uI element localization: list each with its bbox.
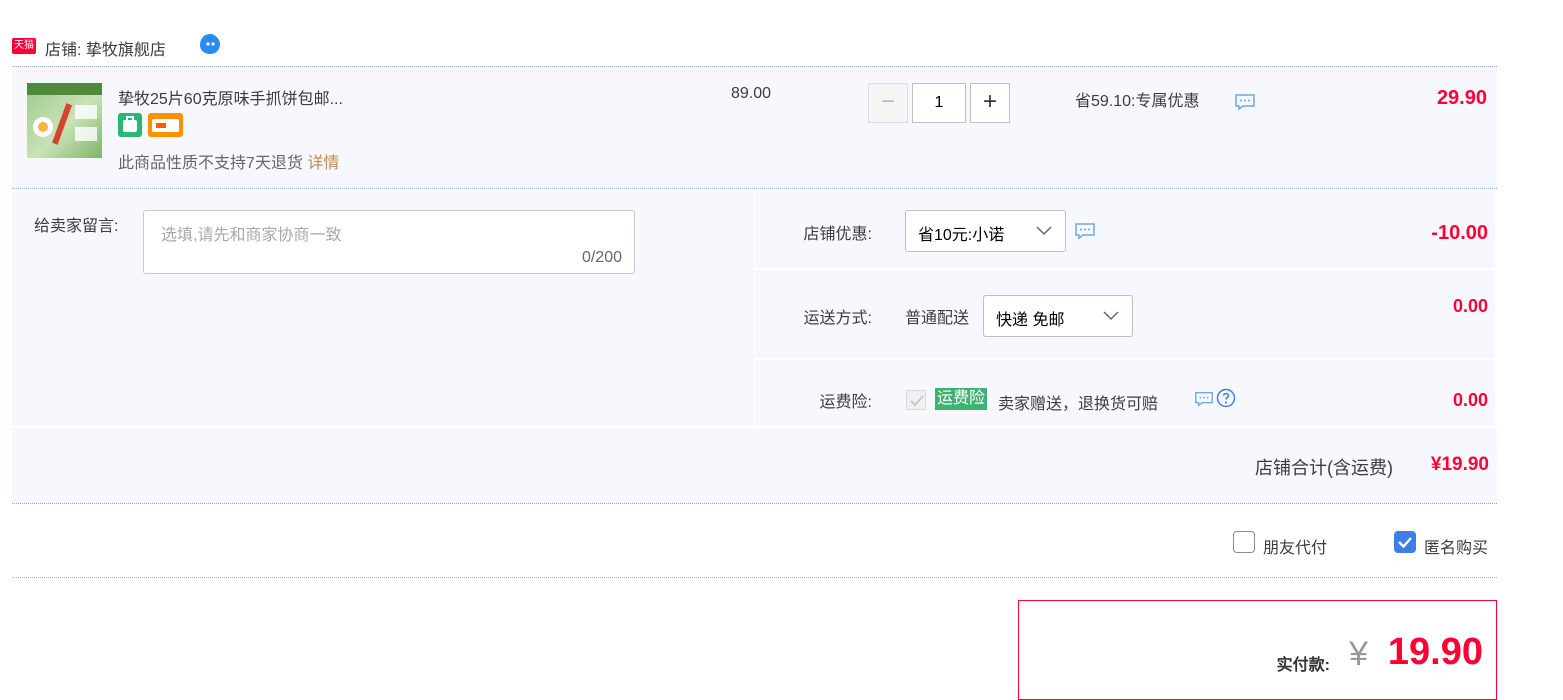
product-row: 挚牧25片60克原味手抓饼包邮... 此商品性质不支持7天退货 详情 89.00…	[12, 66, 1497, 189]
shipping-insurance-amount: 0.00	[1452, 390, 1488, 410]
payment-summary-box: 实付款: ¥ 19.90	[1018, 600, 1497, 700]
shipping-insurance-desc: 卖家赠送，退换货可赔	[998, 396, 1159, 413]
chat-bubble-icon[interactable]	[1194, 390, 1214, 408]
item-total-price: 29.90	[1436, 87, 1487, 109]
shipping-method-name: 普通配送	[905, 310, 970, 327]
quantity-input[interactable]: 1	[912, 83, 966, 123]
chevron-down-icon	[1036, 226, 1052, 236]
service-badge-icon[interactable]	[118, 113, 142, 137]
item-promo-text: 省59.10:专属优惠	[1075, 93, 1200, 110]
shipping-method-select[interactable]: 快递 免邮	[983, 295, 1133, 337]
seller-message-placeholder: 选填,请先和商家协商一致	[161, 227, 342, 244]
shipping-insurance-label: 运费险:	[819, 394, 872, 411]
payment-label: 实付款:	[1276, 657, 1330, 674]
product-image-icon	[27, 83, 102, 145]
seller-message-panel: 给卖家留言: 选填,请先和商家协商一致 0/200	[12, 192, 754, 426]
quantity-increase-button[interactable]: +	[970, 83, 1010, 123]
card-badge-icon[interactable]	[148, 113, 183, 137]
shipping-method-selected: 快递 免邮	[996, 312, 1065, 329]
return-policy-note: 此商品性质不支持7天退货 详情	[118, 149, 339, 173]
friend-pay-label[interactable]: 朋友代付	[1263, 534, 1327, 558]
shipping-insurance-row: 运费险: 运费险 卖家赠送，退换货可赔 0.00	[755, 360, 1495, 426]
shipping-amount: 0.00	[1452, 296, 1488, 316]
anonymous-buy-label[interactable]: 匿名购买	[1424, 534, 1488, 558]
payment-currency: ¥	[1349, 635, 1368, 673]
friend-pay-checkbox[interactable]	[1233, 531, 1255, 553]
wangwang-chat-icon[interactable]	[198, 32, 222, 56]
shop-name[interactable]: 店铺: 挚牧旗舰店	[45, 36, 166, 60]
shop-discount-selected: 省10元:小诺	[918, 227, 1005, 244]
chat-bubble-icon[interactable]	[1074, 222, 1096, 240]
anonymous-buy-checkbox[interactable]	[1394, 531, 1416, 553]
unit-price: 89.00	[731, 85, 772, 102]
shop-discount-row: 店铺优惠: 省10元:小诺 -10.00	[755, 192, 1495, 268]
shipping-method-row: 运送方式: 普通配送 快递 免邮 0.00	[755, 270, 1495, 358]
shop-discount-label: 店铺优惠:	[803, 226, 872, 243]
return-detail-link[interactable]: 详情	[307, 155, 339, 172]
shop-total-value: ¥19.90	[1430, 454, 1489, 475]
tmall-logo-icon: 天猫	[12, 38, 36, 54]
quantity-decrease-button[interactable]: −	[868, 83, 908, 123]
shipping-method-label: 运送方式:	[803, 310, 872, 327]
shipping-insurance-tag: 运费险	[935, 388, 988, 410]
shipping-insurance-checkbox	[906, 390, 926, 410]
product-title[interactable]: 挚牧25片60克原味手抓饼包邮...	[118, 85, 343, 109]
return-policy-text: 此商品性质不支持7天退货	[118, 155, 303, 172]
seller-message-label: 给卖家留言:	[34, 218, 119, 235]
shop-total-label: 店铺合计(含运费)	[1255, 458, 1393, 478]
product-thumbnail[interactable]	[27, 83, 102, 158]
seller-message-counter: 0/200	[581, 249, 622, 266]
seller-message-input[interactable]: 选填,请先和商家协商一致 0/200	[143, 210, 635, 274]
payment-amount: 19.90	[1387, 631, 1483, 673]
shop-discount-select[interactable]: 省10元:小诺	[905, 210, 1066, 252]
divider	[12, 577, 1497, 578]
shop-header: 天猫 店铺: 挚牧旗舰店	[12, 32, 612, 60]
chat-bubble-icon[interactable]	[1234, 93, 1256, 111]
shop-discount-amount: -10.00	[1431, 222, 1488, 244]
help-question-icon[interactable]	[1216, 388, 1236, 408]
checkmark-icon	[1398, 537, 1412, 549]
chevron-down-icon	[1103, 311, 1119, 321]
shop-total-row: 店铺合计(含运费) ¥19.90	[12, 428, 1497, 504]
